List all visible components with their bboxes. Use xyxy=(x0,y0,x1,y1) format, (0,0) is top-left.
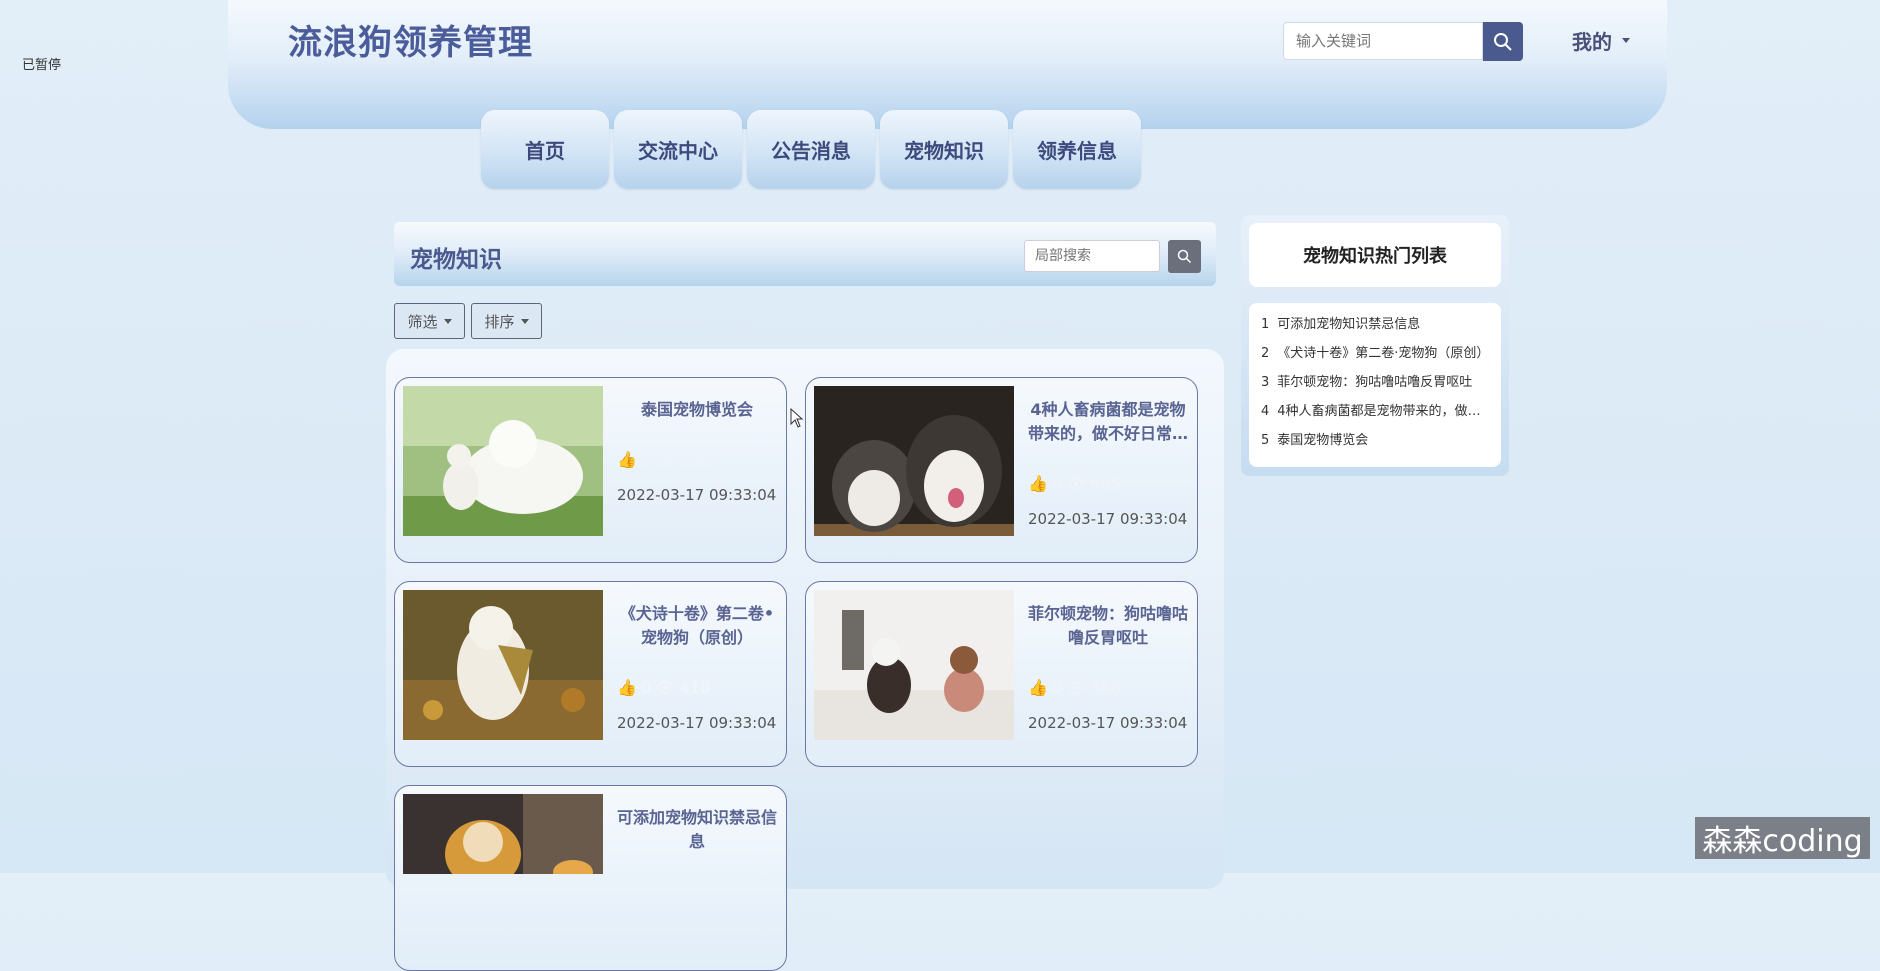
nav-forum[interactable]: 交流中心 xyxy=(614,110,742,189)
article-date: 2022-03-17 09:33:04 xyxy=(1028,714,1188,732)
nav-pet-knowledge[interactable]: 宠物知识 xyxy=(880,110,1008,189)
view-count: 418 xyxy=(679,678,710,697)
chevron-down-icon xyxy=(520,318,529,324)
article-thumbnail xyxy=(814,386,1014,536)
article-title: 泰国宠物博览会 xyxy=(640,400,753,419)
like-icon: 👍 xyxy=(617,450,637,469)
hot-list-panel: 宠物知识热门列表 1 可添加宠物知识禁忌信息 2 《犬诗十卷》第二卷·宠物狗（原创）… xyxy=(1241,215,1509,476)
paused-label: 已暂停 xyxy=(22,58,62,73)
mouse-cursor-icon xyxy=(790,408,804,428)
article-thumbnail xyxy=(403,386,603,536)
view-count: 605 xyxy=(1090,474,1121,493)
local-search-input[interactable] xyxy=(1024,240,1160,272)
like-icon: 👍 xyxy=(1028,678,1048,697)
global-search-input[interactable] xyxy=(1283,22,1483,60)
article-thumbnail xyxy=(403,794,603,874)
article-stats: 👍 0 👁 605 xyxy=(1028,474,1121,493)
main-nav: 首页 交流中心 公告消息 宠物知识 领养信息 xyxy=(481,110,1141,189)
article-date: 2022-03-17 09:33:04 xyxy=(617,486,777,504)
article-stats: 👍 0 👁 558 xyxy=(1028,678,1121,697)
view-count: 558 xyxy=(1090,678,1121,697)
article-title: 4种人畜病菌都是宠物带来的，做不好日常… xyxy=(1027,400,1188,443)
filter-label: 筛选 xyxy=(407,312,438,331)
article-stats: 👍 0 👁 739 xyxy=(617,450,710,469)
search-icon xyxy=(1177,249,1192,264)
hot-list-item[interactable]: 3 菲尔顿宠物：狗咕噜咕噜反胃呕吐 xyxy=(1261,371,1493,390)
eye-icon: 👁 xyxy=(1066,474,1087,493)
hot-list-item[interactable]: 44种人畜病菌都是宠物带来的，做不好日常… xyxy=(1261,400,1493,419)
hot-list: 1 可添加宠物知识禁忌信息 2 《犬诗十卷》第二卷·宠物狗（原创） 3 菲尔顿宠物：狗… xyxy=(1249,303,1501,467)
like-count: 0 xyxy=(640,450,652,469)
hot-list-item[interactable]: 2 《犬诗十卷》第二卷·宠物狗（原创） xyxy=(1261,342,1493,361)
chevron-down-icon xyxy=(1622,38,1630,43)
sort-label: 排序 xyxy=(484,312,515,331)
article-card[interactable]: 4种人畜病菌都是宠物带来的，做不好日常… 👍 0 👁 605 2022-03-17 … xyxy=(805,377,1198,563)
article-stats: 👍 0 👁 418 xyxy=(617,678,710,697)
search-icon xyxy=(1494,32,1512,51)
watermark: 森森coding xyxy=(1695,817,1870,859)
like-icon: 👍 xyxy=(1028,474,1048,493)
eye-icon: 👁 xyxy=(655,450,676,469)
article-title: 可添加宠物知识禁忌信息 xyxy=(616,808,777,851)
article-thumbnail xyxy=(403,590,603,740)
hot-list-item[interactable]: 1 可添加宠物知识禁忌信息 xyxy=(1261,313,1493,332)
article-thumbnail xyxy=(814,590,1014,740)
article-title: 菲尔顿宠物：狗咕噜咕噜反胃呕吐 xyxy=(1027,604,1188,647)
article-card[interactable]: 菲尔顿宠物：狗咕噜咕噜反胃呕吐 👍 0 👁 558 2022-03-17 09:33… xyxy=(805,581,1198,767)
article-card[interactable]: 可添加宠物知识禁忌信息 xyxy=(394,785,787,971)
nav-home[interactable]: 首页 xyxy=(481,110,609,189)
my-account-label: 我的 xyxy=(1572,30,1612,54)
site-title: 流浪狗领养管理 xyxy=(288,23,533,63)
local-search-button[interactable] xyxy=(1168,240,1201,273)
article-card[interactable]: 《犬诗十卷》第二卷•宠物狗（原创） 👍 0 👁 418 2022-03-17 09:… xyxy=(394,581,787,767)
nav-announcements[interactable]: 公告消息 xyxy=(747,110,875,189)
like-icon: 👍 xyxy=(617,678,637,697)
section-header: 宠物知识 xyxy=(394,222,1216,286)
like-count: 0 xyxy=(1051,678,1063,697)
sort-dropdown[interactable]: 排序 xyxy=(471,303,542,339)
article-date: 2022-03-17 09:33:04 xyxy=(617,714,777,732)
section-title: 宠物知识 xyxy=(410,247,502,273)
global-search-button[interactable] xyxy=(1483,22,1523,61)
hot-list-item[interactable]: 5 泰国宠物博览会 xyxy=(1261,429,1493,448)
eye-icon: 👁 xyxy=(655,678,676,697)
eye-icon: 👁 xyxy=(1066,678,1087,697)
my-account-menu[interactable]: 我的 xyxy=(1572,26,1630,55)
article-date: 2022-03-17 09:33:04 xyxy=(1028,510,1188,528)
article-card[interactable]: 泰国宠物博览会 👍 0 👁 739 2022-03-17 09:33:04 xyxy=(394,377,787,563)
like-count: 0 xyxy=(1051,474,1063,493)
hot-list-title: 宠物知识热门列表 xyxy=(1249,223,1501,287)
filter-dropdown[interactable]: 筛选 xyxy=(394,303,465,339)
nav-adoption-info[interactable]: 领养信息 xyxy=(1013,110,1141,189)
like-count: 0 xyxy=(640,678,652,697)
view-count: 739 xyxy=(679,450,710,469)
chevron-down-icon xyxy=(443,318,452,324)
article-title: 《犬诗十卷》第二卷•宠物狗（原创） xyxy=(619,604,775,647)
